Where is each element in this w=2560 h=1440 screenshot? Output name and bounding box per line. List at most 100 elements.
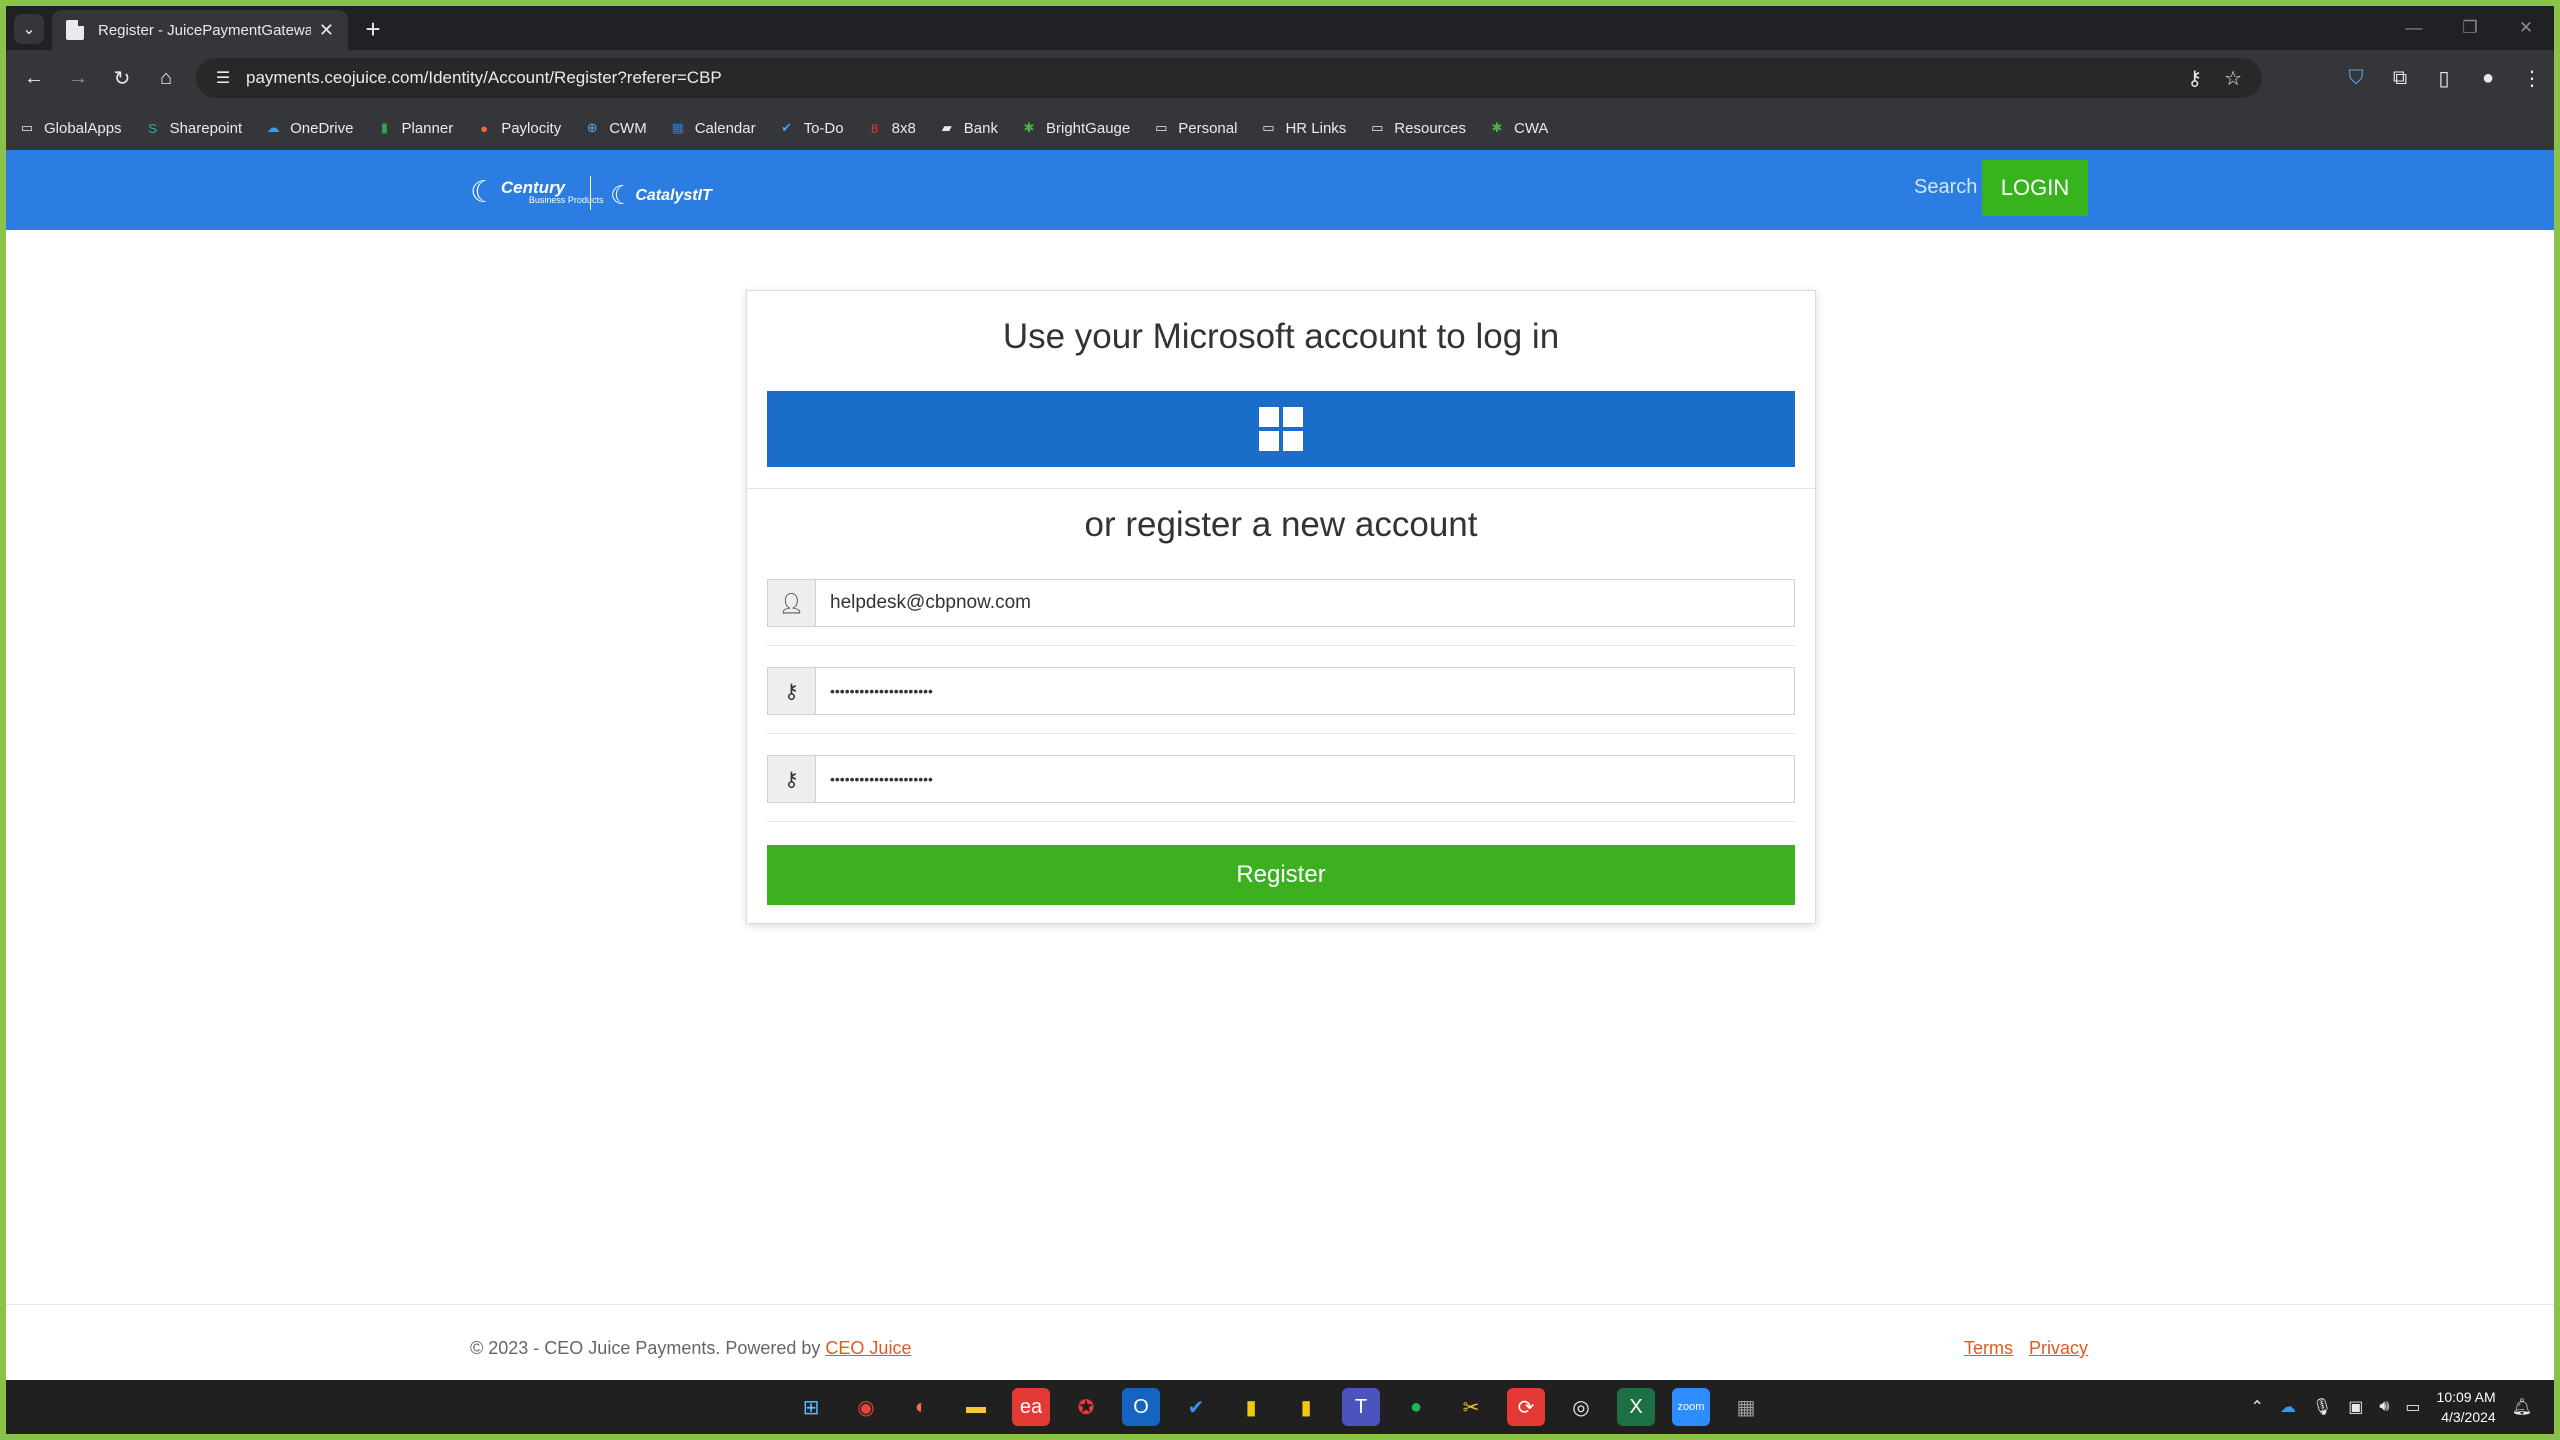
address-bar[interactable]: ☰ payments.ceojuice.com/Identity/Account… [196,58,2262,98]
password-field[interactable]: ⚷ ••••••••••••••••••••• [767,667,1795,715]
bookmark-bank[interactable]: ▰ Bank [938,120,998,137]
spotify-icon[interactable]: ● [1397,1388,1435,1426]
restore-icon[interactable]: ❐ [2442,6,2498,50]
email-field[interactable]: 👤︎ helpdesk@cbpnow.com [767,579,1795,627]
start-icon[interactable]: ⊞ [792,1388,830,1426]
onedrive-tray-icon[interactable]: ☁ [2280,1397,2296,1417]
confirm-password-input[interactable]: ••••••••••••••••••••• [816,756,1794,802]
reload-button[interactable]: ↻ [106,62,138,94]
obs-icon[interactable]: ◎ [1562,1388,1600,1426]
register-heading: or register a new account [1084,505,1478,544]
browser-toolbar: ← → ↻ ⌂ ☰ payments.ceojuice.com/Identity… [6,50,2554,106]
remote-icon[interactable]: ⟳ [1507,1388,1545,1426]
page-favicon-icon [66,20,84,40]
login-button[interactable]: LOGIN [1982,160,2088,216]
privacy-link[interactable]: Privacy [2029,1338,2088,1359]
microsoft-login-button[interactable] [767,391,1795,467]
password-key-icon[interactable]: ⚷ [2187,66,2202,91]
folder-icon: ▭ [1262,120,1275,135]
vivaldi-icon[interactable]: ✪ [1067,1388,1105,1426]
bookmark-sharepoint[interactable]: S Sharepoint [144,120,242,137]
key-icon: ⚷ [768,756,816,802]
windows-logo-icon [1259,407,1303,451]
teams-icon[interactable]: T [1342,1388,1380,1426]
cwm-icon: ⊕ [586,120,598,135]
calculator-icon[interactable]: ▦ [1727,1388,1765,1426]
site-info-icon[interactable]: ☰ [212,67,234,89]
excel-icon[interactable]: X [1617,1388,1655,1426]
bookmark-paylocity[interactable]: ● Paylocity [475,120,561,137]
ceo-juice-link[interactable]: CEO Juice [825,1338,911,1358]
side-panel-icon[interactable]: ▯ [2422,58,2466,98]
extensions-puzzle-icon[interactable]: ⧉ [2378,58,2422,98]
bookmark-onedrive[interactable]: ☁ OneDrive [264,120,354,137]
home-button[interactable]: ⌂ [150,62,182,94]
forward-button[interactable]: → [62,62,94,94]
8x8-icon: 8 [870,120,879,136]
system-tray: ⌃ ☁ 🎙︎ ▣ 🔊︎ ▭ 10:09 AM 4/3/2024 🔔︎ [2250,1380,2532,1434]
footer-divider [6,1304,2554,1305]
bookmark-hr-links[interactable]: ▭ HR Links [1259,120,1346,137]
bookmark-resources[interactable]: ▭ Resources [1368,120,1466,137]
zoom-icon[interactable]: zoom [1672,1388,1710,1426]
bitwarden-extension-icon[interactable]: ⛉ [2334,58,2378,98]
bookmarks-bar: ▭ GlobalApps S Sharepoint ☁ OneDrive ▮ Planner ●… [6,106,2554,150]
file-explorer-icon[interactable]: ▬ [957,1388,995,1426]
logo-divider [590,176,591,210]
password-input[interactable]: ••••••••••••••••••••• [816,668,1794,714]
bookmark-label: CWM [609,119,647,137]
battery-icon[interactable]: ▭ [2405,1397,2420,1417]
catalyst-logo-text: CatalystIT [635,186,712,204]
ea-icon[interactable]: ea [1012,1388,1050,1426]
sharepoint-icon: S [148,120,157,136]
back-button[interactable]: ← [18,62,50,94]
minimize-icon[interactable]: — [2386,6,2442,50]
volume-icon[interactable]: 🔊︎ [2379,1398,2389,1416]
catalyst-logo[interactable]: ☾ CatalystIT [610,180,712,211]
bookmark-cwm[interactable]: ⊕ CWM [583,120,647,137]
new-tab-button[interactable]: + [358,14,388,44]
snip-tool-icon[interactable]: ✂ [1452,1388,1490,1426]
browser-window: ⌄ Register - JuicePaymentGatewa ✕ + — ❐ … [6,6,2554,1434]
bookmark-to-do[interactable]: ✔ To-Do [778,120,843,137]
bookmark-label: BrightGauge [1046,119,1131,137]
todo-icon: ✔ [781,120,793,135]
paylocity-icon: ● [480,120,489,136]
kebab-menu-icon[interactable]: ⋮ [2510,58,2554,98]
bookmark-label: Calendar [694,119,756,137]
bookmark-planner[interactable]: ▮ Planner [375,120,453,137]
profile-icon[interactable]: ● [2466,58,2510,98]
todo-app-icon[interactable]: ✔ [1177,1388,1215,1426]
email-input[interactable]: helpdesk@cbpnow.com [816,580,1794,626]
terms-link[interactable]: Terms [1964,1338,2013,1359]
powerbi-icon[interactable]: ▮ [1232,1388,1270,1426]
clock-date: 4/3/2024 [2441,1409,2496,1425]
close-tab-icon[interactable]: ✕ [319,20,334,41]
chevron-up-icon[interactable]: ⌃ [2250,1397,2263,1417]
search-link[interactable]: Search [1914,176,1977,199]
bookmark-brightgauge[interactable]: ✱ BrightGauge [1020,119,1131,137]
bookmark-globalapps[interactable]: ▭ GlobalApps [18,120,122,137]
bookmark-8x8[interactable]: 8 8x8 [866,120,916,137]
tab-search-button[interactable]: ⌄ [14,14,44,44]
tab-register[interactable]: Register - JuicePaymentGatewa ✕ [52,10,348,50]
confirm-password-field[interactable]: ⚷ ••••••••••••••••••••• [767,755,1795,803]
outlook-icon[interactable]: O [1122,1388,1160,1426]
clock[interactable]: 10:09 AM 4/3/2024 [2437,1387,2496,1427]
bookmark-star-icon[interactable]: ☆ [2224,66,2242,91]
chrome-icon[interactable]: ◉ [847,1388,885,1426]
powerbi-desktop-icon[interactable]: ▮ [1287,1388,1325,1426]
tab-title: Register - JuicePaymentGatewa [98,21,311,39]
bookmark-label: Resources [1394,119,1466,137]
network-icon[interactable]: ▣ [2348,1397,2363,1417]
bookmark-personal[interactable]: ▭ Personal [1152,120,1237,137]
bookmark-calendar[interactable]: ▦ Calendar [669,120,756,137]
century-logo[interactable]: ☾ Century Business Products [470,172,603,212]
microphone-icon[interactable]: 🎙︎ [2312,1397,2332,1417]
bookmark-cwa[interactable]: ✱ CWA [1488,120,1549,137]
register-button[interactable]: Register [767,845,1795,905]
taskbar-apps: ⊞ ◉ ◐ ▬ ea ✪ O ✔ ▮ ▮ T ● ✂ ⟳ ◎ Xzoom ▦ [792,1380,1765,1434]
firefox-icon[interactable]: ◐ [902,1388,940,1426]
close-window-icon[interactable]: ✕ [2498,6,2554,50]
notifications-icon[interactable]: 🔔︎ [2512,1397,2532,1417]
